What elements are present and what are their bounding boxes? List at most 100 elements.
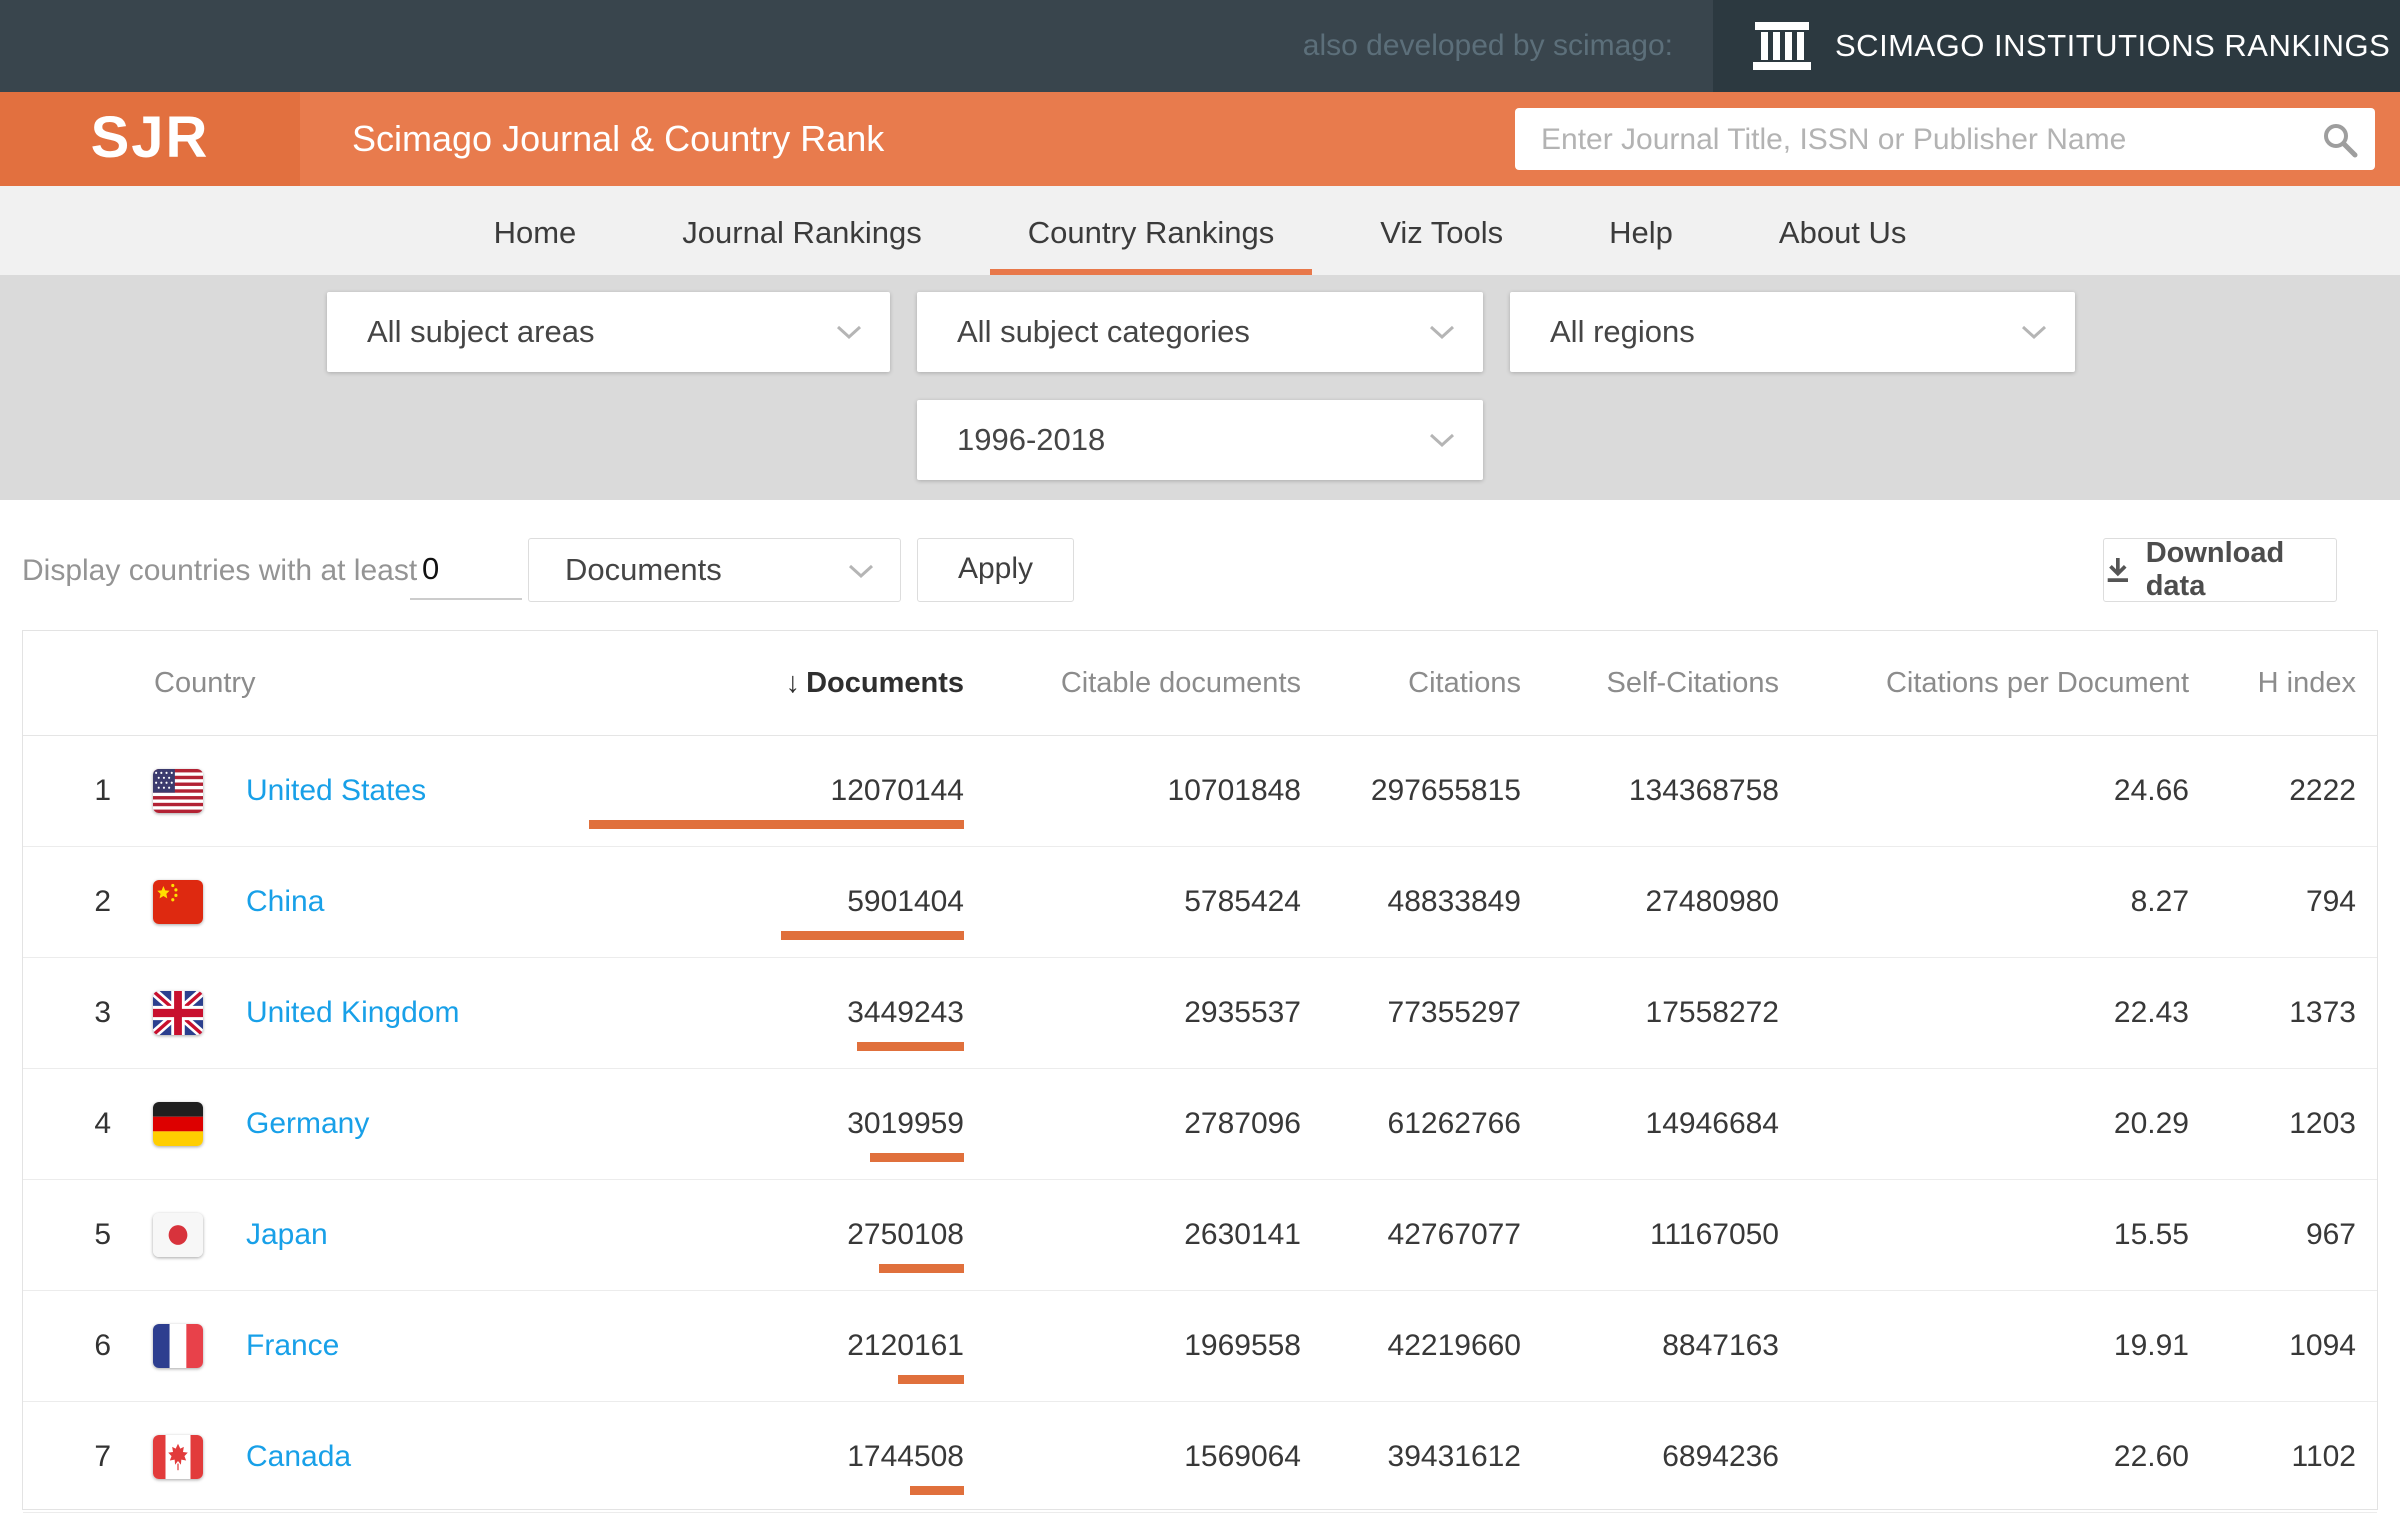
citations-per-document-value: 24.66 — [2114, 736, 2189, 846]
country-link[interactable]: Japan — [246, 1180, 328, 1290]
tab-home[interactable]: Home — [456, 186, 615, 275]
download-icon — [2104, 555, 2132, 585]
table-row: 2 China 5901404 5785424 48833849 2748098… — [23, 847, 2377, 958]
col-header-documents[interactable]: ↓Documents — [786, 631, 964, 735]
period-value: 1996-2018 — [957, 400, 1483, 480]
country-link[interactable]: China — [246, 847, 324, 957]
period-dropdown[interactable]: 1996-2018 — [917, 400, 1483, 480]
flag-france-icon — [153, 1324, 203, 1368]
flag-united-states-icon — [153, 769, 203, 813]
citable-documents-value: 2935537 — [1184, 958, 1301, 1068]
citable-documents-value: 1569064 — [1184, 1402, 1301, 1512]
documents-value: 2120161 — [847, 1291, 964, 1401]
col-header-self-citations[interactable]: Self-Citations — [1607, 631, 1779, 735]
min-documents-label: Display countries with at least — [22, 554, 417, 588]
metric-dropdown[interactable]: Documents — [528, 538, 901, 602]
rank: 7 — [61, 1402, 111, 1512]
min-documents-input[interactable] — [410, 540, 522, 600]
country-link[interactable]: Canada — [246, 1402, 351, 1512]
col-header-citations-per-document[interactable]: Citations per Document — [1886, 631, 2189, 735]
country-link[interactable]: United Kingdom — [246, 958, 459, 1068]
chevron-down-icon — [1429, 433, 1455, 448]
download-data-button[interactable]: Download data — [2103, 538, 2337, 602]
self-citations-value: 17558272 — [1646, 958, 1779, 1068]
h-index-value: 794 — [2306, 847, 2356, 957]
documents-bar — [781, 931, 964, 940]
apply-button[interactable]: Apply — [917, 538, 1074, 602]
table-row: 4 Germany 3019959 2787096 61262766 14946… — [23, 1069, 2377, 1180]
flag-china-icon — [153, 880, 203, 924]
h-index-value: 1102 — [2291, 1402, 2356, 1512]
sir-label: SCIMAGO INSTITUTIONS RANKINGS — [1835, 28, 2390, 64]
documents-value: 5901404 — [847, 847, 964, 957]
citations-per-document-value: 20.29 — [2114, 1069, 2189, 1179]
subject-area-dropdown[interactable]: All subject areas — [327, 292, 890, 372]
region-dropdown[interactable]: All regions — [1510, 292, 2075, 372]
subject-category-dropdown[interactable]: All subject categories — [917, 292, 1483, 372]
documents-bar — [879, 1264, 964, 1273]
rank: 4 — [61, 1069, 111, 1179]
chevron-down-icon — [836, 325, 862, 340]
tab-about-us[interactable]: About Us — [1741, 186, 1945, 275]
self-citations-value: 27480980 — [1646, 847, 1779, 957]
col-header-citable-documents[interactable]: Citable documents — [1061, 631, 1301, 735]
institution-columns-icon — [1751, 18, 1813, 74]
h-index-value: 1203 — [2289, 1069, 2356, 1179]
flag-canada-icon — [153, 1435, 203, 1479]
subject-area-value: All subject areas — [367, 292, 890, 372]
tab-country-rankings[interactable]: Country Rankings — [990, 186, 1312, 275]
col-header-country[interactable]: Country — [154, 631, 256, 735]
tab-help[interactable]: Help — [1571, 186, 1711, 275]
country-link[interactable]: France — [246, 1291, 339, 1401]
country-rankings-table: Country ↓Documents Citable documents Cit… — [22, 630, 2378, 1510]
search-icon[interactable] — [2321, 121, 2359, 159]
search-input[interactable] — [1539, 111, 2303, 169]
documents-value: 3019959 — [847, 1069, 964, 1179]
chevron-down-icon — [2021, 325, 2047, 340]
download-label: Download data — [2146, 537, 2336, 603]
table-row: 6 France 2120161 1969558 42219660 884716… — [23, 1291, 2377, 1402]
self-citations-value: 14946684 — [1646, 1069, 1779, 1179]
citations-value: 61262766 — [1388, 1069, 1521, 1179]
rank: 1 — [61, 736, 111, 846]
flag-united-kingdom-icon — [153, 991, 203, 1035]
rank: 3 — [61, 958, 111, 1068]
col-header-citations[interactable]: Citations — [1408, 631, 1521, 735]
citable-documents-value: 2630141 — [1184, 1180, 1301, 1290]
h-index-value: 967 — [2306, 1180, 2356, 1290]
rank: 6 — [61, 1291, 111, 1401]
top-bar: also developed by scimago: SCIMAGO INSTI… — [0, 0, 2400, 92]
site-title: Scimago Journal & Country Rank — [352, 92, 884, 186]
sort-desc-icon: ↓ — [786, 667, 801, 699]
table-row: 5 Japan 2750108 2630141 42767077 1116705… — [23, 1180, 2377, 1291]
citations-value: 42219660 — [1388, 1291, 1521, 1401]
self-citations-value: 11167050 — [1650, 1180, 1779, 1290]
citable-documents-value: 5785424 — [1184, 847, 1301, 957]
table-row: 7 Canada 1744508 1569064 39431612 689423… — [23, 1402, 2377, 1513]
documents-bar — [857, 1042, 964, 1051]
citations-per-document-value: 22.43 — [2114, 958, 2189, 1068]
country-link[interactable]: United States — [246, 736, 426, 846]
sjr-logo[interactable]: SJR — [0, 92, 300, 186]
rank: 2 — [61, 847, 111, 957]
table-row: 1 United States 12070144 — [23, 736, 2377, 847]
header-banner: SJR Scimago Journal & Country Rank — [0, 92, 2400, 186]
col-header-h-index[interactable]: H index — [2258, 631, 2356, 735]
documents-bar — [589, 820, 964, 829]
tagline-text: also developed by scimago: — [1303, 0, 1673, 92]
h-index-value: 2222 — [2289, 736, 2356, 846]
sir-link[interactable]: SCIMAGO INSTITUTIONS RANKINGS — [1713, 0, 2400, 92]
tab-journal-rankings[interactable]: Journal Rankings — [644, 186, 960, 275]
country-link[interactable]: Germany — [246, 1069, 369, 1179]
self-citations-value: 8847163 — [1662, 1291, 1779, 1401]
citations-value: 297655815 — [1371, 736, 1521, 846]
citable-documents-value: 1969558 — [1184, 1291, 1301, 1401]
citations-per-document-value: 22.60 — [2114, 1402, 2189, 1512]
self-citations-value: 134368758 — [1629, 736, 1779, 846]
documents-value: 3449243 — [847, 958, 964, 1068]
citations-per-document-value: 8.27 — [2131, 847, 2189, 957]
documents-bar — [898, 1375, 964, 1384]
tab-viz-tools[interactable]: Viz Tools — [1342, 186, 1541, 275]
subject-category-value: All subject categories — [957, 292, 1483, 372]
region-value: All regions — [1550, 292, 2075, 372]
